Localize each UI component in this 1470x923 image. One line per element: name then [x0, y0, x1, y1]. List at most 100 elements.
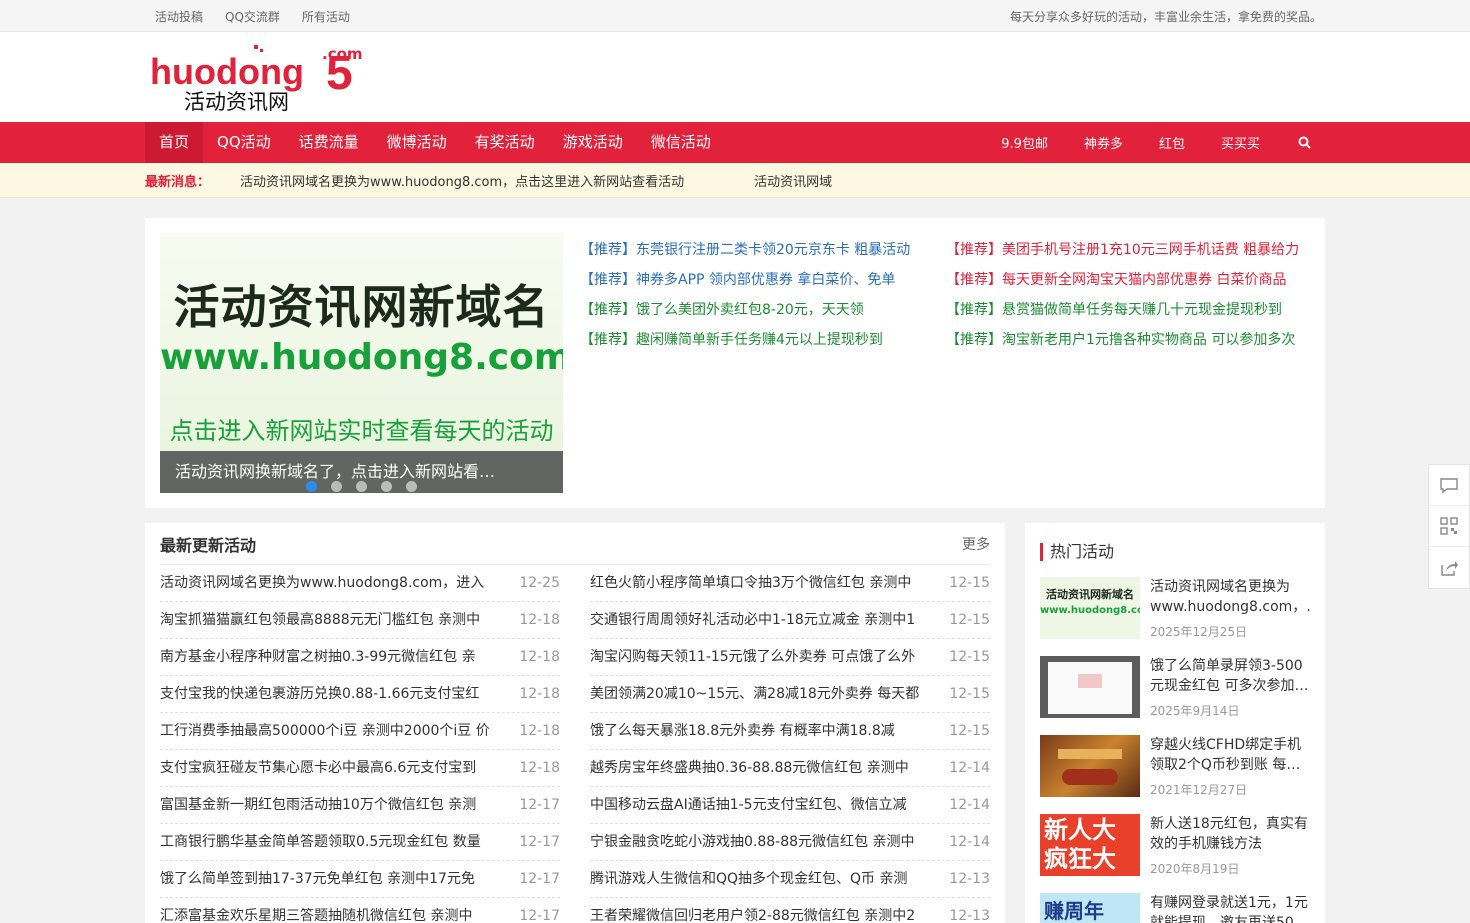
list-item-title[interactable]: 活动资讯网域名更换为www.huodong8.com，进入 — [160, 565, 490, 601]
nav-prize[interactable]: 有奖活动 — [461, 122, 549, 163]
slider-dot[interactable] — [356, 481, 367, 492]
list-item-title[interactable]: 淘宝抓猫猫赢红包领最高8888元无门槛红包 亲测中 — [160, 602, 490, 638]
list-item-title[interactable]: 工商银行鹏华基金简单答题领取0.5元现金红包 数量 — [160, 824, 490, 860]
nav-phone-data[interactable]: 话费流量 — [285, 122, 373, 163]
list-item[interactable]: 支付宝我的快递包裹游历兑换0.88-1.66元支付宝红 12-18 — [160, 676, 560, 713]
list-item[interactable]: 饿了么每天暴涨18.8元外卖券 有概率中满18.8减 12-15 — [590, 713, 990, 750]
latest-more-link[interactable]: 更多 — [962, 534, 990, 554]
list-item-title[interactable]: 王者荣耀微信回归老用户领2-88元微信红包 亲测中2 — [590, 898, 920, 923]
ticker-message-next[interactable]: 活动资讯网域 — [754, 171, 832, 190]
slider-dot[interactable] — [406, 481, 418, 492]
list-item-title[interactable]: 淘宝闪购每天领11-15元饿了么外卖券 可点饿了么外 — [590, 639, 920, 675]
recommend-link[interactable]: 【推荐】神券多APP 领内部优惠券 拿白菜价、免单 — [580, 271, 946, 289]
nav-wechat[interactable]: 微信活动 — [637, 122, 725, 163]
hot-thumb[interactable] — [1040, 656, 1140, 718]
list-item[interactable]: 越秀房宝年终盛典抽0.36-88.88元微信红包 亲测中 12-14 — [590, 750, 990, 787]
nav-qq[interactable]: QQ活动 — [203, 122, 285, 163]
hot-item[interactable]: 赚周年 有赚网登录就送1元，1元就能提现，邀友再送50… — [1040, 893, 1310, 923]
list-item-date: 12-15 — [949, 649, 990, 665]
list-item-title[interactable]: 交通银行周周领好礼活动必中1-18元立减金 亲测中1 — [590, 602, 920, 638]
recommend-link[interactable]: 【推荐】淘宝新老用户1元撸各种实物商品 可以参加多次 — [946, 331, 1306, 349]
list-item-date: 12-15 — [949, 686, 990, 702]
image-slider[interactable]: 活动资讯网新域名 www.huodong8.com 点击进入新网站实时查看每天的… — [160, 233, 563, 493]
nav-game[interactable]: 游戏活动 — [549, 122, 637, 163]
slider-dot[interactable] — [381, 481, 393, 492]
list-item[interactable]: 交通银行周周领好礼活动必中1-18元立减金 亲测中1 12-15 — [590, 602, 990, 639]
top-link-all[interactable]: 所有活动 — [302, 8, 350, 25]
list-item-title[interactable]: 工行消费季抽最高500000个i豆 亲测中2000个i豆 价 — [160, 713, 490, 749]
list-item-title[interactable]: 中国移动云盘AI通话抽1-5元支付宝红包、微信立减 — [590, 787, 920, 823]
hot-thumb[interactable]: 新人大疯狂大 — [1040, 814, 1140, 876]
hot-item-title[interactable]: 新人送18元红包，真实有效的手机赚钱方法 — [1150, 814, 1310, 854]
hot-thumb[interactable]: 活动资讯网新域名 www.huodong8.com — [1040, 577, 1140, 639]
recommend-link[interactable]: 【推荐】饿了么美团外卖红包8-20元，天天领 — [580, 301, 946, 319]
list-item[interactable]: 饿了么简单签到抽17-37元免单红包 亲测中17元免 12-17 — [160, 861, 560, 898]
list-item[interactable]: 富国基金新一期红包雨活动抽10万个微信红包 亲测 12-17 — [160, 787, 560, 824]
list-item-title[interactable]: 支付宝疯狂碰友节集心愿卡必中最高6.6元支付宝到 — [160, 750, 490, 786]
list-item[interactable]: 南方基金小程序种财富之树抽0.3-99元微信红包 亲 12-18 — [160, 639, 560, 676]
list-item[interactable]: 红色火箭小程序简单填口令抽3万个微信红包 亲测中 12-15 — [590, 565, 990, 602]
list-item-date: 12-25 — [519, 575, 560, 591]
hot-item-date: 2020年8月19日 — [1150, 862, 1240, 876]
list-item[interactable]: 活动资讯网域名更换为www.huodong8.com，进入 12-25 — [160, 565, 560, 602]
hot-thumb[interactable]: 赚周年 — [1040, 893, 1140, 923]
hot-item-title[interactable]: 穿越火线CFHD绑定手机领取2个Q币秒到账 每… — [1150, 735, 1310, 775]
list-item-title[interactable]: 饿了么简单签到抽17-37元免单红包 亲测中17元免 — [160, 861, 490, 897]
search-icon[interactable] — [1298, 136, 1311, 149]
hot-thumb[interactable] — [1040, 735, 1140, 797]
slide-line-3: 点击进入新网站实时查看每天的活动 — [169, 417, 554, 445]
list-item[interactable]: 美团领满20减10~15元、满28减18元外卖券 每天都 12-15 — [590, 676, 990, 713]
nav-right-buy[interactable]: 买买买 — [1221, 133, 1260, 152]
top-link-qq-group[interactable]: QQ交流群 — [225, 8, 280, 25]
ticker-message[interactable]: 活动资讯网域名更换为www.huodong8.com，点击这里进入新网站查看活动 — [240, 171, 684, 190]
qrcode-icon — [1440, 517, 1458, 535]
list-item-title[interactable]: 红色火箭小程序简单填口令抽3万个微信红包 亲测中 — [590, 565, 920, 601]
recommend-link[interactable]: 【推荐】美团手机号注册1充10元三网手机话费 粗暴给力 — [946, 241, 1306, 259]
nav-right-redpack[interactable]: 红包 — [1159, 133, 1185, 152]
hot-item-title[interactable]: 有赚网登录就送1元，1元就能提现，邀友再送50… — [1150, 893, 1310, 923]
list-item[interactable]: 中国移动云盘AI通话抽1-5元支付宝红包、微信立减 12-14 — [590, 787, 990, 824]
recommend-link[interactable]: 【推荐】东莞银行注册二类卡领20元京东卡 粗暴活动 — [580, 241, 946, 259]
hot-item-title[interactable]: 活动资讯网域名更换为www.huodong8.com，… — [1150, 577, 1310, 617]
list-item-title[interactable]: 美团领满20减10~15元、满28减18元外卖券 每天都 — [590, 676, 920, 712]
recommend-link[interactable]: 【推荐】趣闲赚简单新手任务赚4元以上提现秒到 — [580, 331, 946, 349]
list-item[interactable]: 腾讯游戏人生微信和QQ抽多个现金红包、Q币 亲测 12-13 — [590, 861, 990, 898]
list-item-title[interactable]: 汇添富基金欢乐星期三答题抽随机微信红包 亲测中 — [160, 898, 490, 923]
nav-home[interactable]: 首页 — [145, 122, 204, 163]
list-item[interactable]: 工商银行鹏华基金简单答题领取0.5元现金红包 数量 12-17 — [160, 824, 560, 861]
float-toolbar — [1428, 464, 1470, 589]
recommend-link[interactable]: 【推荐】每天更新全网淘宝天猫内部优惠券 白菜价商品 — [946, 271, 1306, 289]
qrcode-button[interactable] — [1429, 506, 1469, 547]
ticker-label: 最新消息： — [145, 175, 211, 190]
top-link-submit[interactable]: 活动投稿 — [155, 8, 203, 25]
list-item-title[interactable]: 宁银金融贪吃蛇小游戏抽0.88-88元微信红包 亲测中 — [590, 824, 920, 860]
hot-item-title[interactable]: 饿了么简单录屏领3-500元现金红包 可多次参加… — [1150, 656, 1310, 696]
recommend-link[interactable]: 【推荐】悬赏猫做简单任务每天赚几十元现金提现秒到 — [946, 301, 1306, 319]
slider-dot[interactable] — [330, 481, 342, 492]
list-item[interactable]: 宁银金融贪吃蛇小游戏抽0.88-88元微信红包 亲测中 12-14 — [590, 824, 990, 861]
list-item-title[interactable]: 越秀房宝年终盛典抽0.36-88.88元微信红包 亲测中 — [590, 750, 920, 786]
list-item-title[interactable]: 腾讯游戏人生微信和QQ抽多个现金红包、Q币 亲测 — [590, 861, 920, 897]
list-item[interactable]: 淘宝抓猫猫赢红包领最高8888元无门槛红包 亲测中 12-18 — [160, 602, 560, 639]
slide-image[interactable]: 活动资讯网新域名 www.huodong8.com 点击进入新网站实时查看每天的… — [160, 233, 563, 451]
site-logo[interactable]: .com huodong 5 活动资讯网 — [150, 41, 365, 113]
comment-button[interactable] — [1429, 465, 1469, 506]
share-button[interactable] — [1429, 547, 1469, 588]
hot-item[interactable]: 活动资讯网新域名 www.huodong8.com 活动资讯网域名更换为www.… — [1040, 577, 1310, 640]
list-item[interactable]: 淘宝闪购每天领11-15元饿了么外卖券 可点饿了么外 12-15 — [590, 639, 990, 676]
list-item[interactable]: 工行消费季抽最高500000个i豆 亲测中2000个i豆 价 12-18 — [160, 713, 560, 750]
nav-right-coupon[interactable]: 神券多 — [1084, 133, 1123, 152]
nav-right-9-9[interactable]: 9.9包邮 — [1001, 133, 1048, 152]
list-item-title[interactable]: 饿了么每天暴涨18.8元外卖券 有概率中满18.8减 — [590, 713, 920, 749]
list-item[interactable]: 王者荣耀微信回归老用户领2-88元微信红包 亲测中2 12-13 — [590, 898, 990, 923]
hot-item[interactable]: 新人大疯狂大 新人送18元红包，真实有效的手机赚钱方法 2020年8月19日 — [1040, 814, 1310, 877]
list-item-title[interactable]: 支付宝我的快递包裹游历兑换0.88-1.66元支付宝红 — [160, 676, 490, 712]
hot-item[interactable]: 穿越火线CFHD绑定手机领取2个Q币秒到账 每… 2021年12月27日 — [1040, 735, 1310, 798]
list-item[interactable]: 汇添富基金欢乐星期三答题抽随机微信红包 亲测中 12-17 — [160, 898, 560, 923]
list-item-title[interactable]: 南方基金小程序种财富之树抽0.3-99元微信红包 亲 — [160, 639, 490, 675]
list-item[interactable]: 支付宝疯狂碰友节集心愿卡必中最高6.6元支付宝到 12-18 — [160, 750, 560, 787]
hot-item[interactable]: 饿了么简单录屏领3-500元现金红包 可多次参加… 2025年9月14日 — [1040, 656, 1310, 719]
nav-weibo[interactable]: 微博活动 — [373, 122, 461, 163]
list-item-title[interactable]: 富国基金新一期红包雨活动抽10万个微信红包 亲测 — [160, 787, 490, 823]
slider-dot[interactable] — [305, 481, 317, 492]
